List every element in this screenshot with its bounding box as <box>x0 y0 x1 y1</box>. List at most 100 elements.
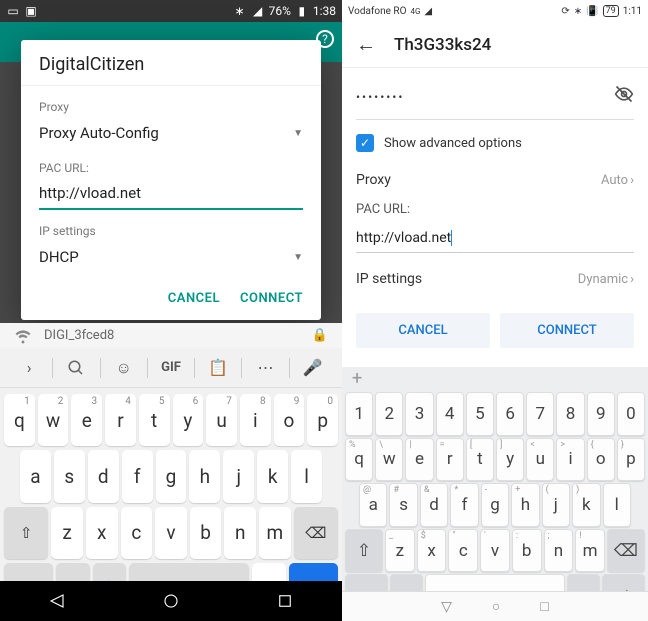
key-r[interactable]: 4r <box>105 394 136 446</box>
key-a[interactable]: a <box>20 450 51 502</box>
key-w[interactable]: \w <box>375 438 403 482</box>
back-nav-icon[interactable] <box>48 592 66 610</box>
search-icon[interactable] <box>53 359 99 377</box>
key-y[interactable]: 6y <box>173 394 204 446</box>
key-d[interactable]: d <box>88 450 119 502</box>
wifi-config-dialog: DigitalCitizen Proxy Proxy Auto-Config ▼… <box>21 40 321 320</box>
key-q[interactable]: %q <box>345 438 373 482</box>
key-u[interactable]: <u <box>526 438 554 482</box>
expand-tab[interactable]: + <box>342 367 648 389</box>
key-x[interactable]: $x <box>417 529 447 573</box>
shift-key[interactable]: ⇧ <box>345 529 383 573</box>
clipboard-icon[interactable]: 📋 <box>195 358 241 377</box>
key-s[interactable]: s <box>54 450 85 502</box>
key-5[interactable]: 5 <box>466 392 494 436</box>
key-a[interactable]: @a <box>359 483 387 527</box>
backspace-key[interactable]: ⌫ <box>294 507 338 559</box>
key-v[interactable]: 'v <box>480 529 510 573</box>
key-i[interactable]: >i <box>556 438 584 482</box>
recent-nav-icon[interactable]: □ <box>540 598 548 615</box>
back-nav-icon[interactable]: ▽ <box>441 599 452 615</box>
ip-settings-dropdown[interactable]: DHCP ▼ <box>39 238 303 271</box>
key-7[interactable]: 7 <box>526 392 554 436</box>
connect-button[interactable]: CONNECT <box>500 313 634 348</box>
key-2[interactable]: 2 <box>375 392 403 436</box>
show-advanced-checkbox[interactable]: ✓ Show advanced options <box>356 134 634 152</box>
ip-settings-row[interactable]: IP settings Dynamic › <box>356 259 634 299</box>
key-w[interactable]: 2w <box>38 394 69 446</box>
recent-nav-icon[interactable] <box>276 592 294 610</box>
key-j[interactable]: (j <box>542 483 570 527</box>
key-1[interactable]: 1 <box>345 392 373 436</box>
key-g[interactable]: -g <box>481 483 509 527</box>
key-e[interactable]: 3e <box>71 394 102 446</box>
proxy-dropdown[interactable]: Proxy Auto-Config ▼ <box>39 114 303 147</box>
backspace-key[interactable]: ⌫ <box>607 529 645 573</box>
cancel-button[interactable]: CANCEL <box>168 291 220 306</box>
key-s[interactable]: #s <box>389 483 417 527</box>
key-3[interactable]: 3 <box>405 392 433 436</box>
pac-url-input[interactable]: http://vload.net <box>356 230 451 246</box>
chevron-down-icon: ▼ <box>293 252 303 263</box>
key-j[interactable]: j <box>223 450 254 502</box>
key-c[interactable]: "c <box>448 529 478 573</box>
key-f[interactable]: f <box>122 450 153 502</box>
key-r[interactable]: =r <box>436 438 464 482</box>
key-x[interactable]: x <box>86 507 118 559</box>
key-b[interactable]: :b <box>512 529 542 573</box>
key-p[interactable]: 0p <box>307 394 338 446</box>
key-o[interactable]: 9o <box>274 394 305 446</box>
key-6[interactable]: 6 <box>496 392 524 436</box>
more-icon[interactable]: ⋯ <box>242 358 288 377</box>
key-l[interactable]: l <box>603 483 631 527</box>
key-y[interactable]: ]y <box>496 438 524 482</box>
chevron-right-icon[interactable]: › <box>6 358 52 377</box>
key-c[interactable]: c <box>121 507 153 559</box>
key-z[interactable]: _z <box>385 529 415 573</box>
eye-off-icon[interactable] <box>614 84 634 109</box>
gif-button[interactable]: GIF <box>148 360 194 375</box>
key-b[interactable]: b <box>190 507 222 559</box>
key-z[interactable]: z <box>51 507 83 559</box>
cancel-button[interactable]: CANCEL <box>356 313 490 348</box>
mic-icon[interactable]: 🎤 <box>290 358 336 377</box>
key-t[interactable]: [t <box>466 438 494 482</box>
connect-button[interactable]: CONNECT <box>240 291 303 306</box>
checkbox-checked-icon[interactable]: ✓ <box>356 134 374 152</box>
key-n[interactable]: ;n <box>544 529 574 573</box>
key-u[interactable]: 7u <box>206 394 237 446</box>
key-e[interactable]: |e <box>405 438 433 482</box>
sticker-icon[interactable]: ☺ <box>101 358 147 378</box>
key-m[interactable]: m <box>259 507 291 559</box>
password-input[interactable]: •••••••• <box>356 90 404 104</box>
key-k[interactable]: )k <box>572 483 600 527</box>
home-nav-icon[interactable] <box>162 592 180 610</box>
key-t[interactable]: 5t <box>139 394 170 446</box>
key-f[interactable]: *f <box>450 483 478 527</box>
key-m[interactable]: !m <box>575 529 605 573</box>
key-d[interactable]: &d <box>420 483 448 527</box>
key-l[interactable]: l <box>291 450 322 502</box>
key-o[interactable]: {o <box>587 438 615 482</box>
key-g[interactable]: g <box>156 450 187 502</box>
key-i[interactable]: 8i <box>240 394 271 446</box>
key-h[interactable]: +h <box>511 483 539 527</box>
home-nav-icon[interactable]: ○ <box>492 598 500 615</box>
password-row[interactable]: •••••••• <box>356 78 634 120</box>
key-h[interactable]: h <box>189 450 220 502</box>
shift-key[interactable]: ⇧ <box>4 507 48 559</box>
key-q[interactable]: 1q <box>4 394 35 446</box>
key-8[interactable]: 8 <box>556 392 584 436</box>
key-v[interactable]: v <box>155 507 187 559</box>
key-9[interactable]: 9 <box>587 392 615 436</box>
key-k[interactable]: k <box>257 450 288 502</box>
key-p[interactable]: }p <box>617 438 645 482</box>
bluetooth-icon: ∗ <box>233 4 247 18</box>
proxy-row[interactable]: Proxy Auto › <box>356 160 634 200</box>
back-icon[interactable]: ← <box>356 32 376 57</box>
key-0[interactable]: 0 <box>617 392 645 436</box>
bg-wifi-row: DIGI_3fced8 🔒 <box>0 323 342 348</box>
key-4[interactable]: 4 <box>436 392 464 436</box>
key-n[interactable]: n <box>224 507 256 559</box>
pac-url-input[interactable] <box>39 178 303 210</box>
